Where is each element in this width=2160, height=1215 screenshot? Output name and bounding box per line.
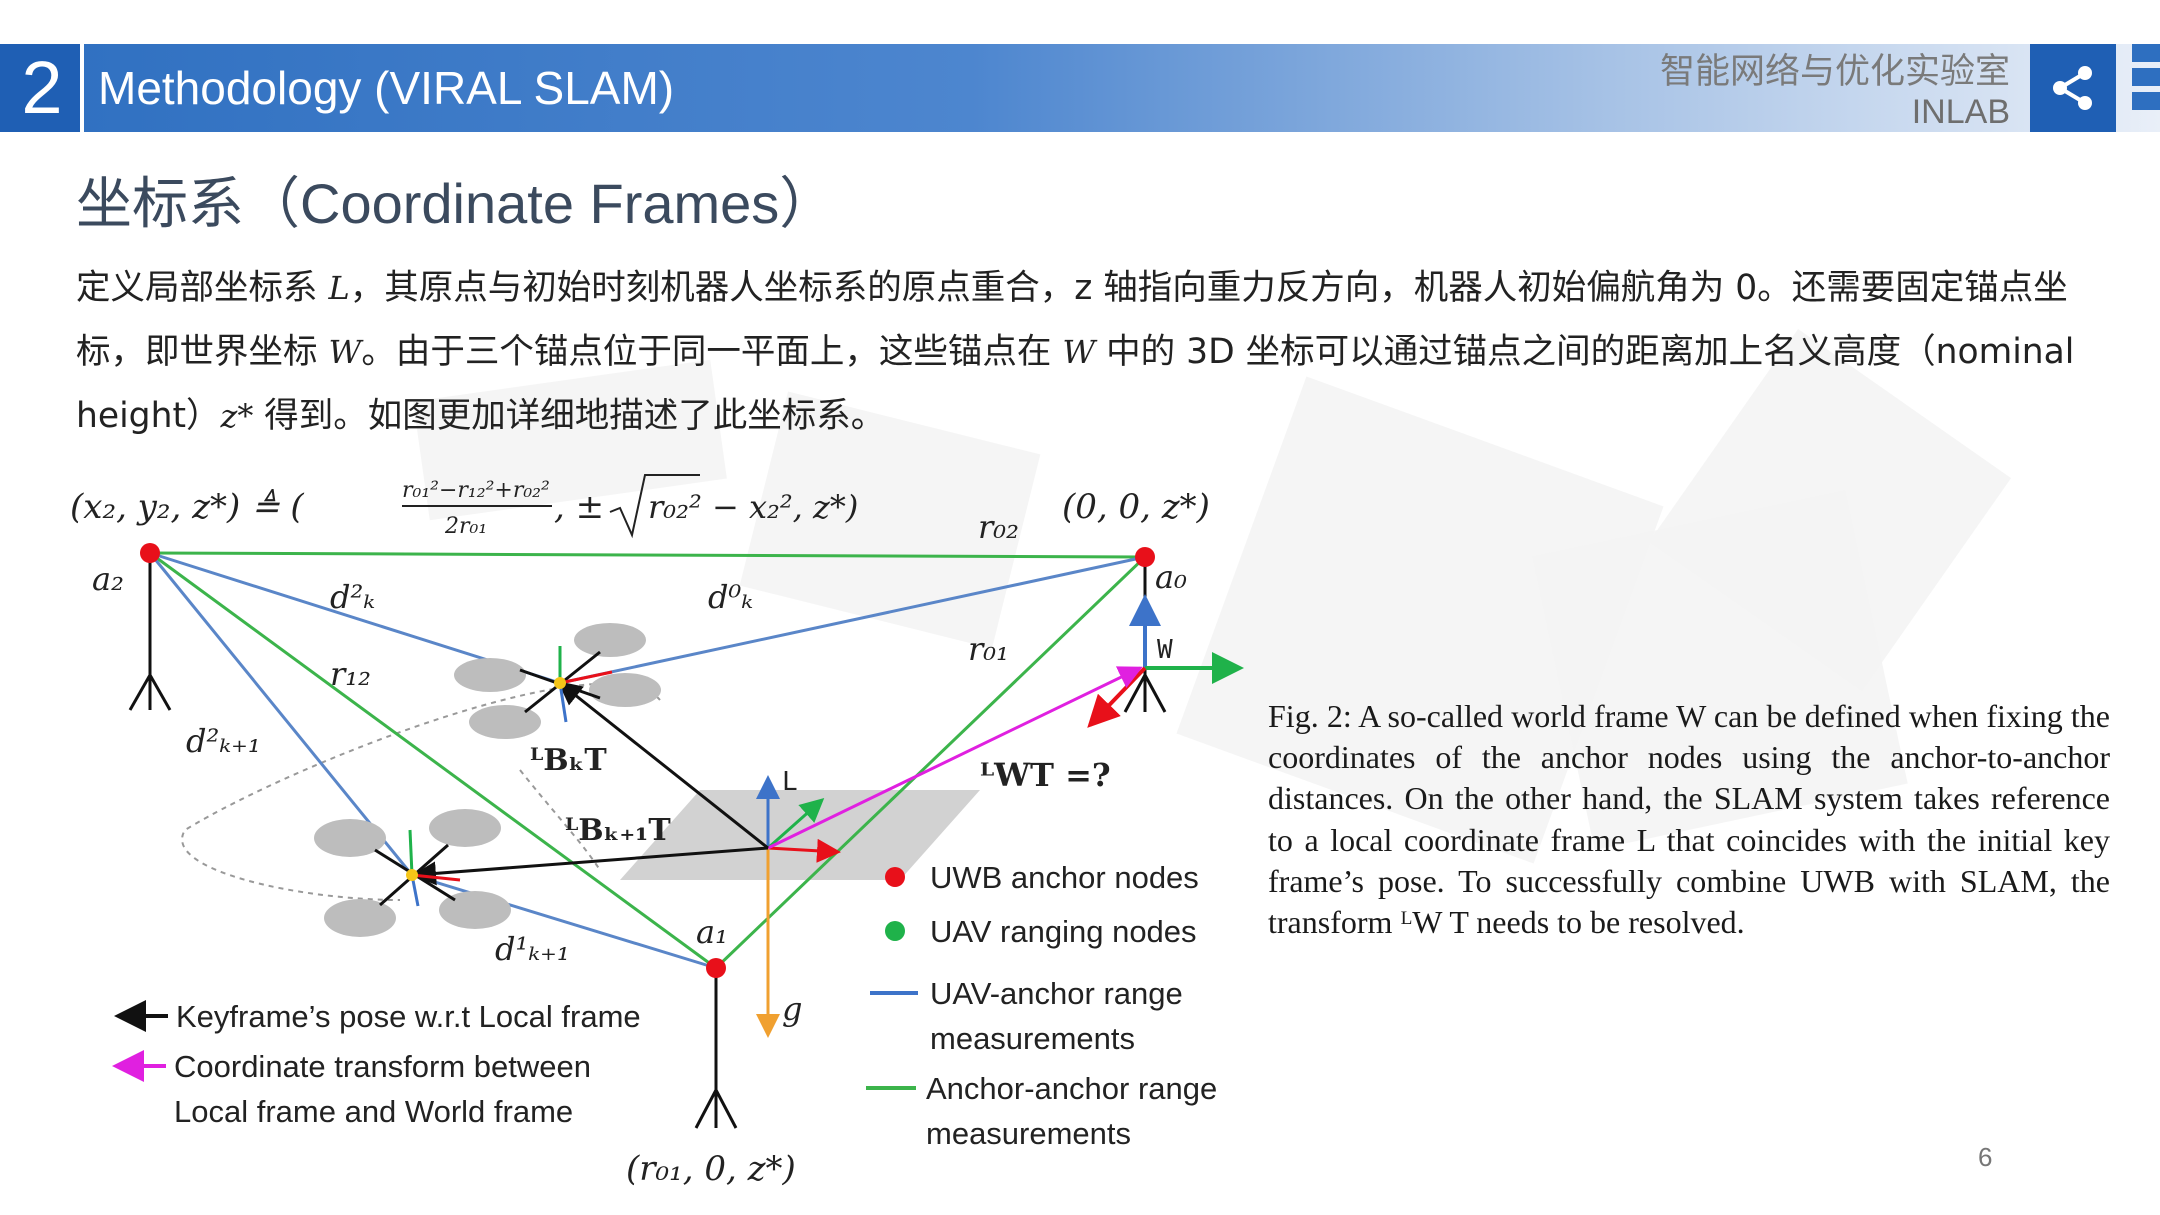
lab-name-cn: 智能网络与优化实验室 — [1659, 52, 2010, 92]
body-paragraph: 定义局部坐标系 L，其原点与初始时刻机器人坐标系的原点重合，z 轴指向重力反方向… — [76, 256, 2086, 448]
label-L: L — [782, 767, 798, 797]
label-r01: r₀₁ — [968, 630, 1009, 668]
legend-aa-label-2: measurements — [926, 1116, 1131, 1151]
label-r12: r₁₂ — [330, 655, 371, 693]
legend-aa-label: Anchor-anchor range — [926, 1071, 1217, 1106]
a1-coord: (r₀₁, 0, z*) — [626, 1149, 796, 1189]
para-text: 定义局部坐标系 — [76, 268, 329, 308]
share-icon — [2053, 66, 2092, 110]
section-title: Methodology (VIRAL SLAM) — [98, 62, 675, 114]
range-a0-uav1 — [559, 555, 1146, 685]
slide-title: 坐标系（Coordinate Frames） — [76, 172, 836, 235]
math-var: z* — [220, 397, 254, 435]
lab-name-en: INLAB — [1911, 93, 2010, 131]
legend-transform-label-2: Local frame and World frame — [174, 1094, 573, 1129]
a2-coord-rhs: , ± — [554, 487, 604, 527]
label-dk2: d²ₖ — [330, 578, 375, 616]
label-dk0: d⁰ₖ — [708, 578, 753, 616]
math-var: W — [1062, 333, 1096, 371]
math-var: W — [328, 333, 362, 371]
legend-uav-label: UAV ranging nodes — [930, 914, 1197, 949]
share-button[interactable] — [2030, 44, 2116, 132]
local-frame-plane — [620, 790, 980, 880]
label-a1: a₁ — [696, 913, 728, 951]
a2-coord-sqrt: r₀₂² − x₂², z*) — [648, 488, 858, 526]
label-dk1-next: d¹ₖ₊₁ — [495, 930, 570, 968]
side-tab-marks — [2132, 44, 2160, 134]
label-r02: r₀₂ — [978, 508, 1019, 546]
anchor-node-a0 — [1135, 547, 1155, 567]
world-x-axis — [1087, 666, 1147, 728]
label-dk2-next: d²ₖ₊₁ — [186, 722, 261, 760]
legend-uwb-label: UWB anchor nodes — [930, 860, 1199, 895]
anchor-stand-a2 — [128, 553, 172, 711]
legend-transform-label: Coordinate transform between — [174, 1049, 591, 1084]
legend-keyframe-label: Keyframe’s pose w.r.t Local frame — [176, 999, 641, 1034]
anchor-stand-a1 — [694, 968, 738, 1129]
para-text: 。由于三个锚点位于同一平面上，这些锚点在 — [361, 332, 1063, 372]
label-g: g — [782, 990, 802, 1028]
label-W: W — [1157, 635, 1173, 665]
legend-ua-label: UAV-anchor range — [930, 976, 1183, 1011]
edge-a2-a0 — [149, 551, 1146, 559]
a2-coord-lhs: (x₂, y₂, z*) ≜ ( — [70, 487, 304, 527]
uav-drone-k1 — [314, 809, 511, 937]
anchor-node-a2 — [140, 543, 160, 563]
coordinate-frames-diagram: (x₂, y₂, z*) ≜ ( r₀₁²−r₁₂²+r₀₂² 2r₀₁ , ±… — [70, 474, 1244, 1189]
page-number: 6 — [1978, 1142, 1993, 1172]
figure-caption: Fig. 2: A so-called world frame W can be… — [1268, 698, 2110, 941]
legend-ua-label-2: measurements — [930, 1021, 1135, 1056]
label-a2: a₂ — [92, 560, 124, 598]
math-var: L — [328, 269, 350, 307]
anchor-node-a1 — [706, 958, 726, 978]
a0-coord: (0, 0, z*) — [1062, 487, 1210, 527]
label-T-w: ᴸWT =? — [980, 756, 1111, 794]
section-number: 2 — [21, 46, 63, 129]
uav-drone-k — [454, 623, 661, 739]
label-T-bk1: ᴸBₖ₊₁T — [565, 813, 671, 848]
label-T-bk: ᴸBₖT — [530, 743, 607, 778]
legend-uav-marker — [885, 921, 905, 941]
edge-a2-a1 — [149, 551, 717, 970]
a2-coord-num: r₀₁²−r₁₂²+r₀₂² — [402, 478, 550, 503]
a2-coord-den: 2r₀₁ — [444, 514, 487, 539]
label-a0: a₀ — [1155, 558, 1187, 596]
legend-uwb-marker — [885, 867, 905, 887]
para-text: 得到。如图更加详细地描述了此坐标系。 — [253, 396, 886, 436]
